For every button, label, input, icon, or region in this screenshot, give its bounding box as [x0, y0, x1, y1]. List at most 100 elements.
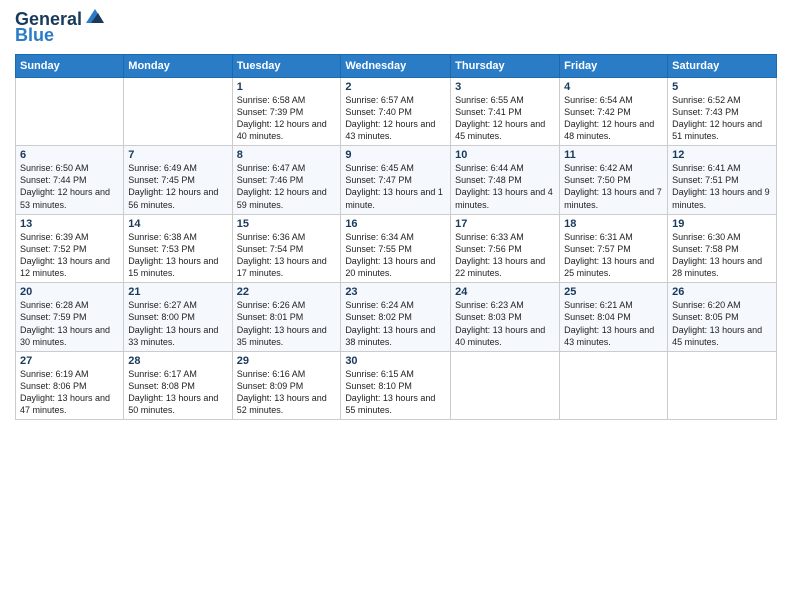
weekday-header-saturday: Saturday	[668, 54, 777, 77]
day-number: 5	[672, 81, 772, 93]
day-number: 12	[672, 149, 772, 161]
calendar-cell	[560, 351, 668, 420]
calendar-week-row: 27Sunrise: 6:19 AMSunset: 8:06 PMDayligh…	[16, 351, 777, 420]
day-number: 22	[237, 286, 337, 298]
calendar-cell: 28 Sunrise: 6:17 AMSunset: 8:08 PMDayligh…	[124, 351, 232, 420]
calendar-cell: 5 Sunrise: 6:52 AMSunset: 7:43 PMDaylight…	[668, 77, 777, 146]
day-number: 20	[20, 286, 119, 298]
calendar-cell: 30Sunrise: 6:15 AMSunset: 8:10 PMDayligh…	[341, 351, 451, 420]
day-info: Sunrise: 6:23 AMSunset: 8:03 PMDaylight:…	[455, 300, 545, 346]
day-info: Sunrise: 6:34 AMSunset: 7:55 PMDaylight:…	[345, 232, 435, 278]
day-number: 11	[564, 149, 663, 161]
calendar-cell: 26 Sunrise: 6:20 AMSunset: 8:05 PMDayligh…	[668, 283, 777, 352]
day-number: 6	[20, 149, 119, 161]
calendar-cell: 24 Sunrise: 6:23 AMSunset: 8:03 PMDayligh…	[451, 283, 560, 352]
day-number: 8	[237, 149, 337, 161]
day-number: 18	[564, 218, 663, 230]
day-number: 1	[237, 81, 337, 93]
day-info: Sunrise: 6:39 AMSunset: 7:52 PMDaylight:…	[20, 232, 110, 278]
calendar-cell: 2 Sunrise: 6:57 AMSunset: 7:40 PMDaylight…	[341, 77, 451, 146]
day-number: 28	[128, 355, 227, 367]
day-info: Sunrise: 6:17 AMSunset: 8:08 PMDaylight:…	[128, 369, 218, 415]
day-number: 10	[455, 149, 555, 161]
page: General Blue SundayMondayTuesdayWednesda…	[0, 0, 792, 612]
weekday-header-row: SundayMondayTuesdayWednesdayThursdayFrid…	[16, 54, 777, 77]
header: General Blue	[15, 10, 777, 46]
calendar-cell	[668, 351, 777, 420]
day-number: 15	[237, 218, 337, 230]
calendar-cell: 19 Sunrise: 6:30 AMSunset: 7:58 PMDayligh…	[668, 214, 777, 283]
day-info: Sunrise: 6:36 AMSunset: 7:54 PMDaylight:…	[237, 232, 327, 278]
calendar-cell: 8 Sunrise: 6:47 AMSunset: 7:46 PMDaylight…	[232, 146, 341, 215]
calendar-cell: 15 Sunrise: 6:36 AMSunset: 7:54 PMDayligh…	[232, 214, 341, 283]
day-info: Sunrise: 6:30 AMSunset: 7:58 PMDaylight:…	[672, 232, 762, 278]
day-number: 27	[20, 355, 119, 367]
weekday-header-friday: Friday	[560, 54, 668, 77]
calendar-cell: 21Sunrise: 6:27 AMSunset: 8:00 PMDayligh…	[124, 283, 232, 352]
day-number: 23	[345, 286, 446, 298]
day-number: 24	[455, 286, 555, 298]
day-number: 29	[237, 355, 337, 367]
calendar-cell: 25 Sunrise: 6:21 AMSunset: 8:04 PMDayligh…	[560, 283, 668, 352]
calendar-cell: 1 Sunrise: 6:58 AMSunset: 7:39 PMDaylight…	[232, 77, 341, 146]
day-info: Sunrise: 6:49 AMSunset: 7:45 PMDaylight:…	[128, 163, 218, 209]
day-info: Sunrise: 6:41 AMSunset: 7:51 PMDaylight:…	[672, 163, 770, 209]
logo-text-blue: Blue	[15, 26, 54, 46]
day-info: Sunrise: 6:33 AMSunset: 7:56 PMDaylight:…	[455, 232, 545, 278]
calendar-cell: 4 Sunrise: 6:54 AMSunset: 7:42 PMDaylight…	[560, 77, 668, 146]
day-number: 4	[564, 81, 663, 93]
day-number: 14	[128, 218, 227, 230]
calendar-cell: 10 Sunrise: 6:44 AMSunset: 7:48 PMDayligh…	[451, 146, 560, 215]
calendar-week-row: 20 Sunrise: 6:28 AMSunset: 7:59 PMDayligh…	[16, 283, 777, 352]
day-info: Sunrise: 6:44 AMSunset: 7:48 PMDaylight:…	[455, 163, 553, 209]
calendar-cell: 29 Sunrise: 6:16 AMSunset: 8:09 PMDayligh…	[232, 351, 341, 420]
day-info: Sunrise: 6:47 AMSunset: 7:46 PMDaylight:…	[237, 163, 327, 209]
day-number: 21	[128, 286, 227, 298]
day-info: Sunrise: 6:58 AMSunset: 7:39 PMDaylight:…	[237, 95, 327, 141]
day-info: Sunrise: 6:24 AMSunset: 8:02 PMDaylight:…	[345, 300, 435, 346]
calendar-cell: 20 Sunrise: 6:28 AMSunset: 7:59 PMDayligh…	[16, 283, 124, 352]
day-number: 16	[345, 218, 446, 230]
weekday-header-sunday: Sunday	[16, 54, 124, 77]
calendar-cell: 22Sunrise: 6:26 AMSunset: 8:01 PMDayligh…	[232, 283, 341, 352]
day-info: Sunrise: 6:21 AMSunset: 8:04 PMDaylight:…	[564, 300, 654, 346]
weekday-header-monday: Monday	[124, 54, 232, 77]
day-number: 13	[20, 218, 119, 230]
day-info: Sunrise: 6:57 AMSunset: 7:40 PMDaylight:…	[345, 95, 435, 141]
day-number: 19	[672, 218, 772, 230]
calendar-week-row: 1 Sunrise: 6:58 AMSunset: 7:39 PMDaylight…	[16, 77, 777, 146]
day-info: Sunrise: 6:20 AMSunset: 8:05 PMDaylight:…	[672, 300, 762, 346]
day-number: 25	[564, 286, 663, 298]
calendar-cell: 9 Sunrise: 6:45 AMSunset: 7:47 PMDaylight…	[341, 146, 451, 215]
day-info: Sunrise: 6:54 AMSunset: 7:42 PMDaylight:…	[564, 95, 654, 141]
day-info: Sunrise: 6:28 AMSunset: 7:59 PMDaylight:…	[20, 300, 110, 346]
day-info: Sunrise: 6:42 AMSunset: 7:50 PMDaylight:…	[564, 163, 662, 209]
calendar-cell	[16, 77, 124, 146]
calendar-cell: 16 Sunrise: 6:34 AMSunset: 7:55 PMDayligh…	[341, 214, 451, 283]
calendar-cell: 23 Sunrise: 6:24 AMSunset: 8:02 PMDayligh…	[341, 283, 451, 352]
calendar-week-row: 13 Sunrise: 6:39 AMSunset: 7:52 PMDayligh…	[16, 214, 777, 283]
calendar-cell: 12 Sunrise: 6:41 AMSunset: 7:51 PMDayligh…	[668, 146, 777, 215]
day-number: 2	[345, 81, 446, 93]
day-number: 26	[672, 286, 772, 298]
calendar-cell: 6 Sunrise: 6:50 AMSunset: 7:44 PMDaylight…	[16, 146, 124, 215]
day-info: Sunrise: 6:16 AMSunset: 8:09 PMDaylight:…	[237, 369, 327, 415]
day-info: Sunrise: 6:50 AMSunset: 7:44 PMDaylight:…	[20, 163, 110, 209]
day-info: Sunrise: 6:52 AMSunset: 7:43 PMDaylight:…	[672, 95, 762, 141]
day-info: Sunrise: 6:45 AMSunset: 7:47 PMDaylight:…	[345, 163, 443, 209]
day-info: Sunrise: 6:38 AMSunset: 7:53 PMDaylight:…	[128, 232, 218, 278]
day-number: 17	[455, 218, 555, 230]
calendar-week-row: 6 Sunrise: 6:50 AMSunset: 7:44 PMDaylight…	[16, 146, 777, 215]
weekday-header-wednesday: Wednesday	[341, 54, 451, 77]
calendar-cell: 18Sunrise: 6:31 AMSunset: 7:57 PMDayligh…	[560, 214, 668, 283]
calendar-cell: 13 Sunrise: 6:39 AMSunset: 7:52 PMDayligh…	[16, 214, 124, 283]
calendar-cell: 3Sunrise: 6:55 AMSunset: 7:41 PMDaylight…	[451, 77, 560, 146]
calendar-cell	[124, 77, 232, 146]
day-number: 9	[345, 149, 446, 161]
weekday-header-thursday: Thursday	[451, 54, 560, 77]
calendar-cell: 11 Sunrise: 6:42 AMSunset: 7:50 PMDayligh…	[560, 146, 668, 215]
calendar-cell: 7Sunrise: 6:49 AMSunset: 7:45 PMDaylight…	[124, 146, 232, 215]
day-info: Sunrise: 6:15 AMSunset: 8:10 PMDaylight:…	[345, 369, 435, 415]
logo: General Blue	[15, 10, 106, 46]
day-number: 3	[455, 81, 555, 93]
